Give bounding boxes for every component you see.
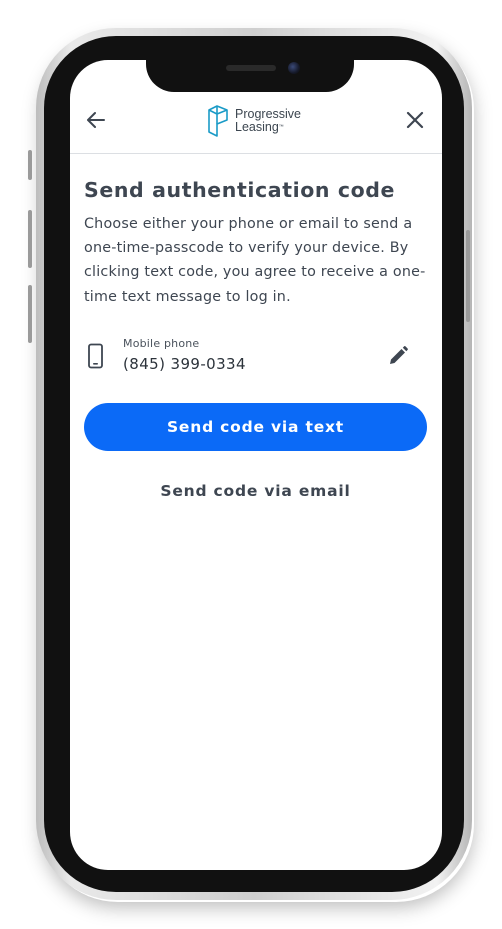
front-camera	[288, 62, 300, 74]
back-button[interactable]	[84, 108, 108, 132]
phone-label: Mobile phone	[123, 337, 200, 350]
phone-number: (845) 399-0334	[123, 355, 246, 373]
device-volume-up	[28, 210, 32, 268]
arrow-left-icon	[87, 112, 105, 128]
close-icon	[406, 111, 424, 129]
send-code-email-button[interactable]: Send code via email	[84, 476, 427, 506]
close-button[interactable]	[403, 108, 427, 132]
phone-contact-row: Mobile phone (845) 399-0334	[84, 332, 428, 378]
send-code-text-button[interactable]: Send code via text	[84, 403, 427, 451]
page-title: Send authentication code	[84, 178, 396, 202]
app-screen: Progressive Leasing™ Send authentication…	[70, 60, 442, 870]
edit-phone-button[interactable]	[386, 344, 410, 368]
logo-mark-icon	[208, 105, 228, 137]
device-power-button	[466, 230, 470, 322]
logo-text-line2: Leasing	[235, 120, 279, 134]
page-description: Choose either your phone or email to sen…	[84, 216, 426, 305]
device-volume-down	[28, 285, 32, 343]
device-notch	[146, 52, 354, 92]
progressive-leasing-logo: Progressive Leasing™	[207, 104, 301, 138]
device-mute-switch	[28, 150, 32, 180]
speaker-grille	[226, 65, 276, 71]
mobile-phone-icon	[88, 343, 103, 369]
logo-trademark: ™	[278, 124, 284, 130]
pencil-icon	[390, 346, 408, 364]
